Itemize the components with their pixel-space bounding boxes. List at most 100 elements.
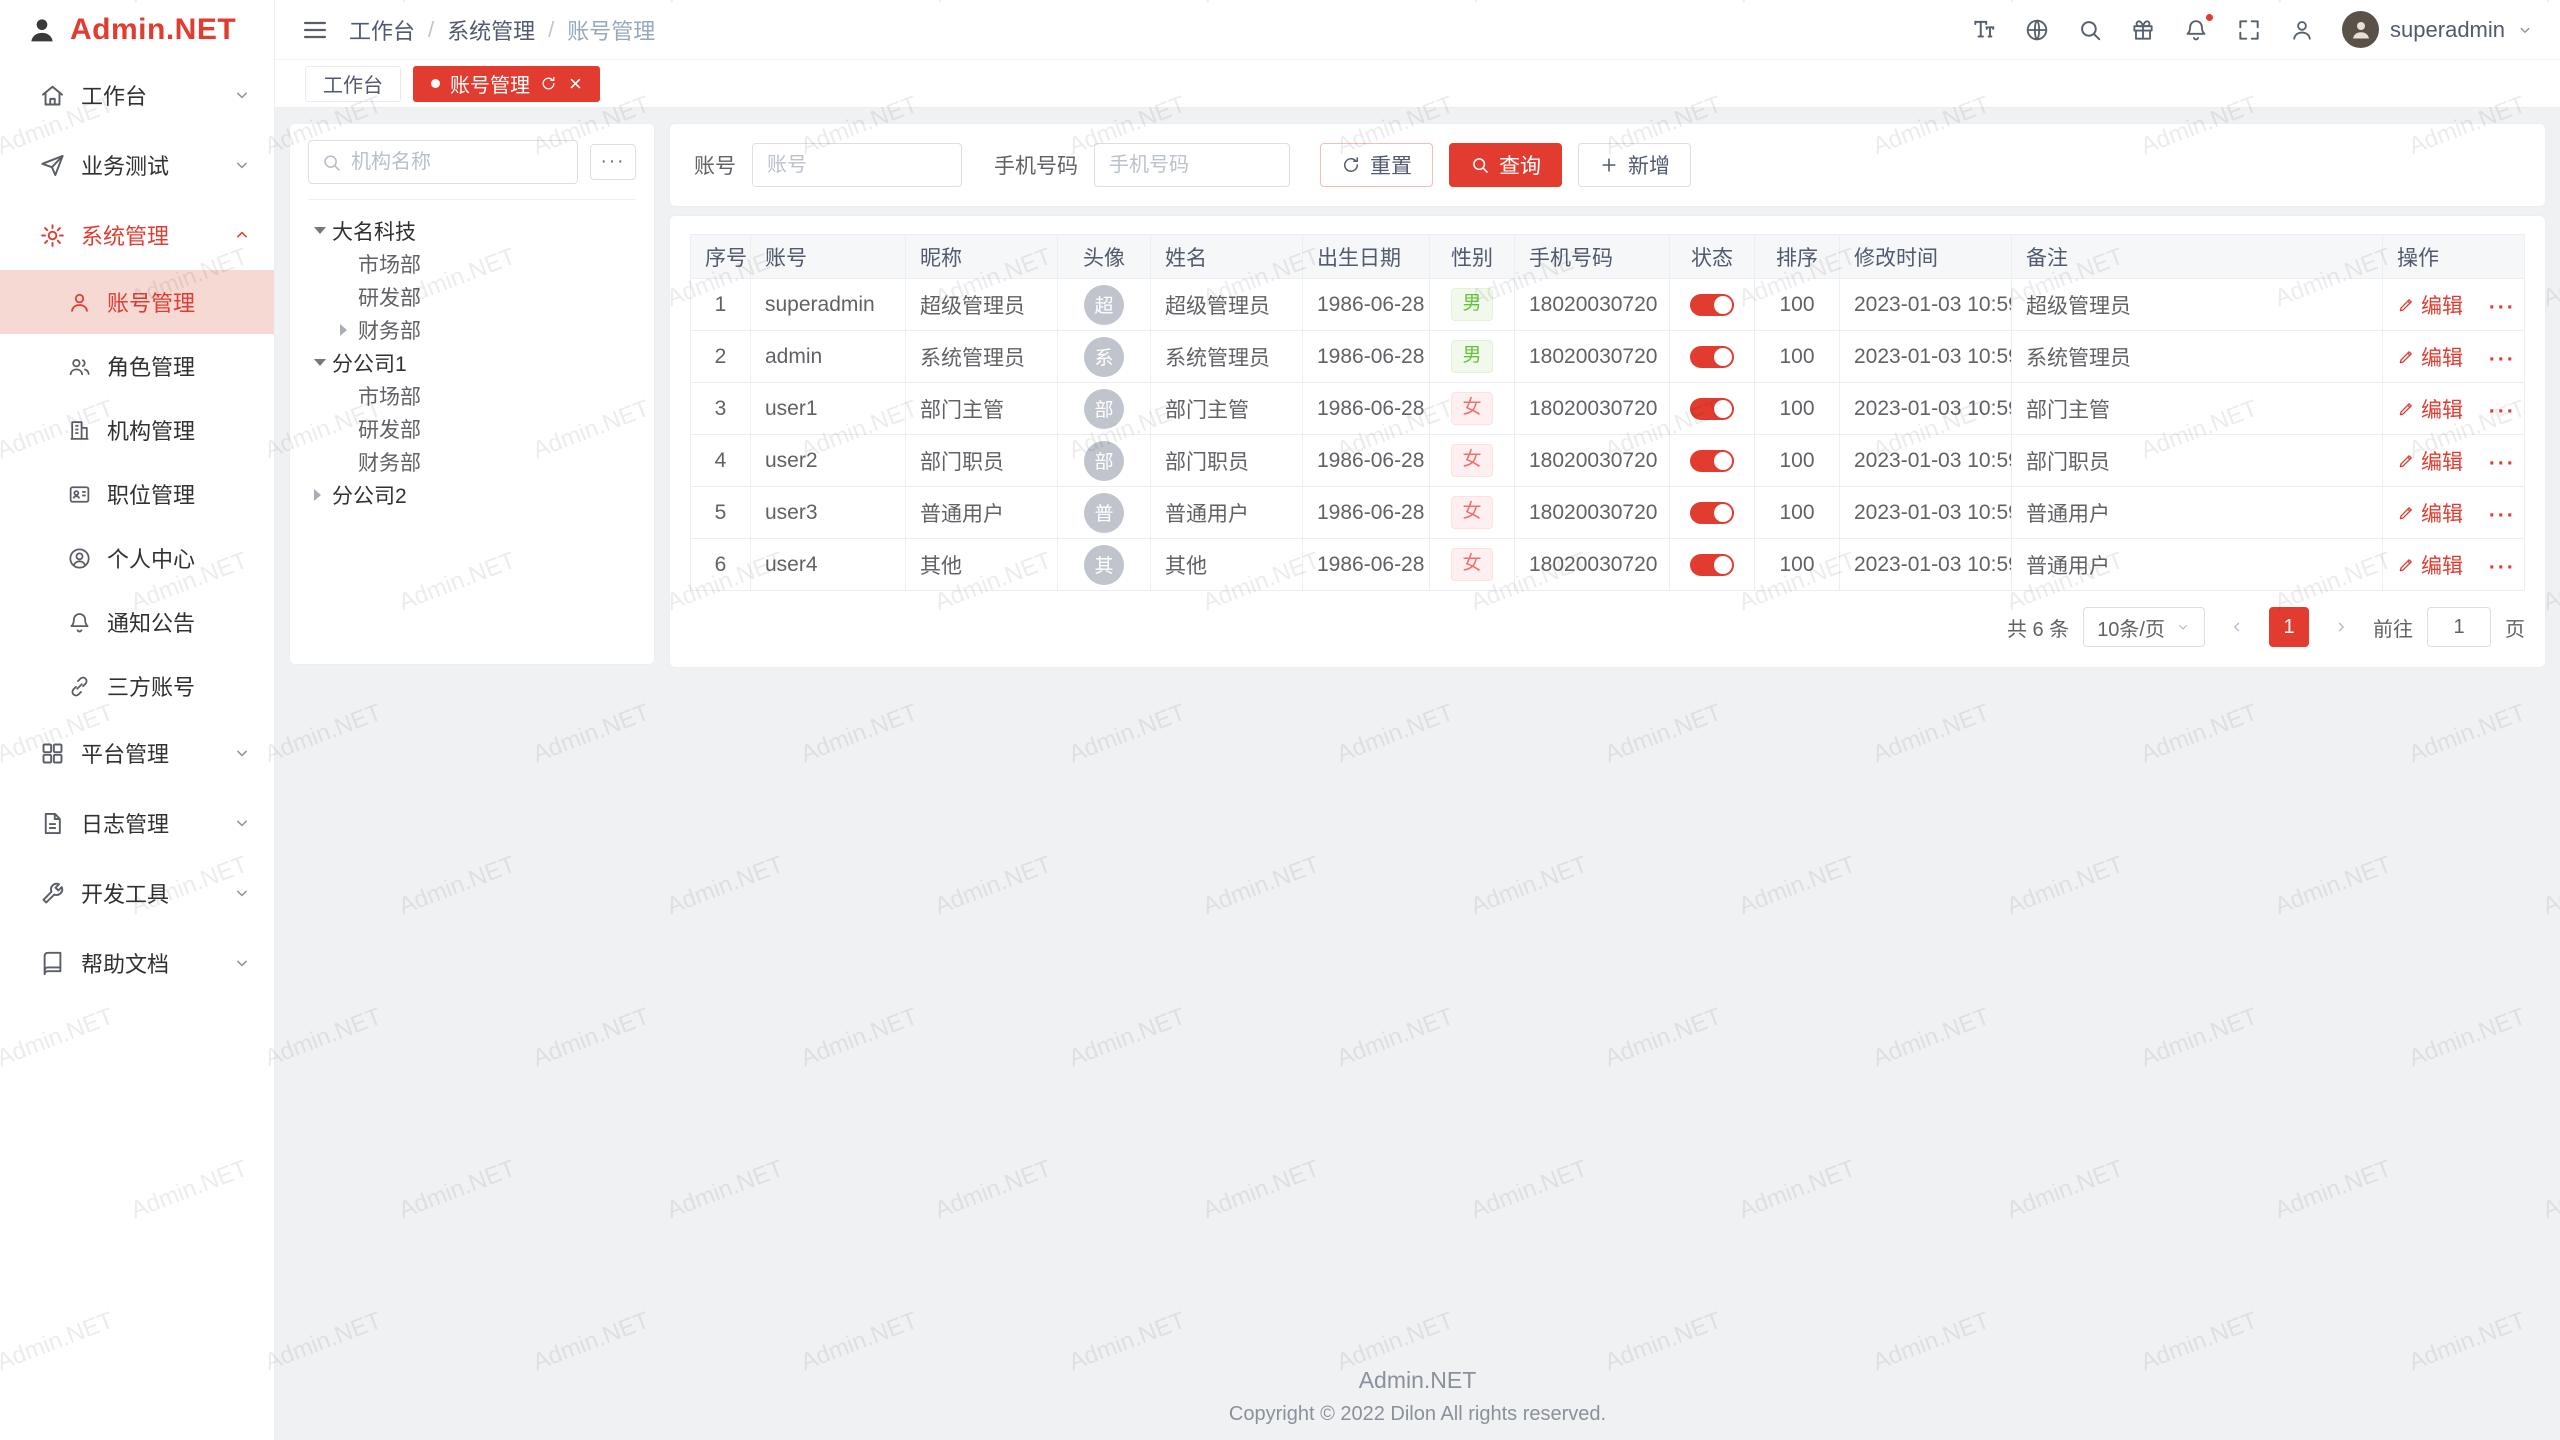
edit-button[interactable]: 编辑 xyxy=(2397,498,2463,528)
edit-button[interactable]: 编辑 xyxy=(2397,394,2463,424)
row-more-button[interactable]: ··· xyxy=(2489,400,2516,423)
sidebar-subitem-profile-center[interactable]: 个人中心 xyxy=(0,526,274,590)
sidebar-subitem-third-party-account[interactable]: 三方账号 xyxy=(0,654,274,718)
tab-account-management[interactable]: 账号管理 × xyxy=(413,66,600,102)
status-toggle[interactable] xyxy=(1690,450,1734,472)
hamburger-menu-icon[interactable] xyxy=(301,16,329,44)
status-toggle[interactable] xyxy=(1690,554,1734,576)
tree-node[interactable]: 研发部 xyxy=(308,412,636,445)
cell-nickname: 其他 xyxy=(906,539,1058,591)
goto-page-input[interactable] xyxy=(2427,607,2491,647)
edit-button[interactable]: 编辑 xyxy=(2397,446,2463,476)
row-more-button[interactable]: ··· xyxy=(2489,348,2516,371)
cell-birthday: 1986-06-28 xyxy=(1303,279,1430,331)
tree-node[interactable]: 分公司2 xyxy=(308,478,636,511)
tree-node[interactable]: 市场部 xyxy=(308,247,636,280)
sidebar-subitem-position-management[interactable]: 职位管理 xyxy=(0,462,274,526)
caret-right-icon[interactable] xyxy=(314,489,321,501)
sidebar-subitem-role-management[interactable]: 角色管理 xyxy=(0,334,274,398)
edit-button-label: 编辑 xyxy=(2421,498,2463,528)
table-row: 5 user3 普通用户 普 普通用户 1986-06-28 女 1802003… xyxy=(691,487,2525,539)
tree-node[interactable]: 大名科技 xyxy=(308,214,636,247)
sidebar-subitem-label: 三方账号 xyxy=(107,670,195,702)
breadcrumb-item[interactable]: 系统管理 xyxy=(447,14,535,46)
toggle-knob xyxy=(1714,348,1732,366)
page-size-select[interactable]: 10条/页 xyxy=(2083,607,2205,647)
bell-icon xyxy=(67,610,92,635)
user-menu[interactable]: superadmin xyxy=(2342,11,2534,48)
plus-icon xyxy=(1599,155,1619,175)
cell-nickname: 部门主管 xyxy=(906,383,1058,435)
prev-page-button[interactable] xyxy=(2219,607,2255,647)
tree-node[interactable]: 研发部 xyxy=(308,280,636,313)
notification-badge-dot xyxy=(2204,12,2215,23)
sidebar-item-workbench[interactable]: 工作台 xyxy=(0,60,274,130)
gift-icon[interactable] xyxy=(2130,17,2156,43)
sidebar-item-business-test[interactable]: 业务测试 xyxy=(0,130,274,200)
page-number-current[interactable]: 1 xyxy=(2269,607,2309,647)
cell-phone: 18020030720 xyxy=(1515,331,1670,383)
edit-button-label: 编辑 xyxy=(2421,342,2463,372)
cell-birthday: 1986-06-28 xyxy=(1303,435,1430,487)
breadcrumb-item-current: 账号管理 xyxy=(567,14,655,46)
fullscreen-icon[interactable] xyxy=(2236,17,2262,43)
tree-node[interactable]: 分公司1 xyxy=(308,346,636,379)
tree-node[interactable]: 财务部 xyxy=(308,445,636,478)
person-icon[interactable] xyxy=(2289,17,2315,43)
caret-right-icon[interactable] xyxy=(340,324,347,336)
font-size-icon[interactable] xyxy=(1971,17,1997,43)
app-logo[interactable]: Admin.NET xyxy=(0,0,274,60)
row-more-button[interactable]: ··· xyxy=(2489,556,2516,579)
caret-down-icon[interactable] xyxy=(314,359,326,366)
caret-down-icon[interactable] xyxy=(314,227,326,234)
tree-node-label: 研发部 xyxy=(358,414,421,444)
row-more-button[interactable]: ··· xyxy=(2489,504,2516,527)
sidebar-item-system-management[interactable]: 系统管理 xyxy=(0,200,274,270)
status-toggle[interactable] xyxy=(1690,398,1734,420)
notification-bell[interactable] xyxy=(2183,17,2209,43)
gender-badge: 女 xyxy=(1451,392,1492,425)
col-name: 姓名 xyxy=(1151,235,1303,279)
status-toggle[interactable] xyxy=(1690,346,1734,368)
sidebar-subitem-label: 账号管理 xyxy=(107,286,195,318)
status-toggle[interactable] xyxy=(1690,294,1734,316)
add-button[interactable]: 新增 xyxy=(1578,143,1691,187)
row-more-button[interactable]: ··· xyxy=(2489,296,2516,319)
reset-button[interactable]: 重置 xyxy=(1320,143,1433,187)
search-button[interactable]: 查询 xyxy=(1449,143,1562,187)
language-globe-icon[interactable] xyxy=(2024,17,2050,43)
tree-node-label: 分公司2 xyxy=(332,480,407,510)
pagination: 共 6 条 10条/页 1 前往 页 xyxy=(690,607,2525,647)
org-tree-more-button[interactable]: ··· xyxy=(590,144,636,180)
sidebar-item-dev-tools[interactable]: 开发工具 xyxy=(0,858,274,928)
refresh-icon[interactable] xyxy=(540,75,557,92)
breadcrumb-item[interactable]: 工作台 xyxy=(349,14,415,46)
tree-node[interactable]: 财务部 xyxy=(308,313,636,346)
org-search-input[interactable] xyxy=(351,151,565,174)
tree-node-label: 分公司1 xyxy=(332,348,407,378)
sidebar-subitem-account-management[interactable]: 账号管理 xyxy=(0,270,274,334)
edit-button[interactable]: 编辑 xyxy=(2397,550,2463,580)
pagination-total: 共 6 条 xyxy=(2007,613,2069,642)
tree-node[interactable]: 市场部 xyxy=(308,379,636,412)
account-filter-input[interactable] xyxy=(752,143,962,187)
close-icon[interactable]: × xyxy=(569,73,582,95)
sidebar-subitem-org-management[interactable]: 机构管理 xyxy=(0,398,274,462)
sidebar-subitem-notice[interactable]: 通知公告 xyxy=(0,590,274,654)
next-page-button[interactable] xyxy=(2323,607,2359,647)
sidebar-item-log-management[interactable]: 日志管理 xyxy=(0,788,274,858)
col-status: 状态 xyxy=(1670,235,1755,279)
row-more-button[interactable]: ··· xyxy=(2489,452,2516,475)
sidebar-item-help-docs[interactable]: 帮助文档 xyxy=(0,928,274,998)
active-tab-dot xyxy=(431,79,440,88)
phone-filter-input[interactable] xyxy=(1094,143,1290,187)
tab-workbench[interactable]: 工作台 xyxy=(305,66,401,102)
edit-button[interactable]: 编辑 xyxy=(2397,290,2463,320)
search-icon[interactable] xyxy=(2077,17,2103,43)
status-toggle[interactable] xyxy=(1690,502,1734,524)
cell-sort: 100 xyxy=(1755,331,1840,383)
edit-button[interactable]: 编辑 xyxy=(2397,342,2463,372)
sidebar-item-platform-management[interactable]: 平台管理 xyxy=(0,718,274,788)
user-circle-icon xyxy=(67,546,92,571)
gender-badge: 女 xyxy=(1451,496,1492,529)
